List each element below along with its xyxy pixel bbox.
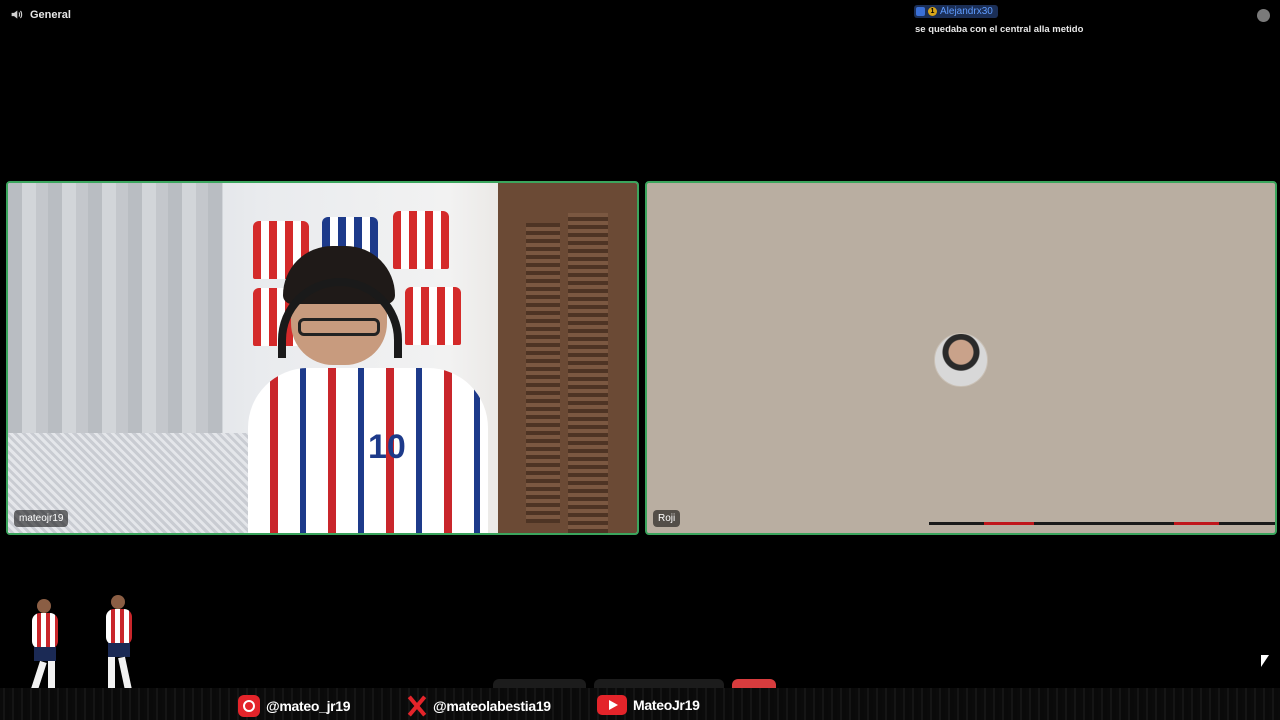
channel-name: General	[30, 8, 71, 21]
x-icon	[405, 695, 427, 717]
avatar	[934, 333, 988, 387]
glasses	[298, 318, 380, 336]
chat-username-tag: 1 Alejandrx30	[914, 5, 998, 18]
participant-name-tag: mateojr19	[14, 510, 69, 527]
shirt-number: 10	[368, 428, 406, 466]
social-x: @mateolabestia19	[405, 695, 551, 717]
chat-bubble-icon[interactable]	[1257, 9, 1270, 22]
instagram-icon	[238, 695, 260, 717]
youtube-icon	[597, 695, 627, 715]
social-handle: @mateo_jr19	[266, 698, 351, 714]
social-instagram: @mateo_jr19	[238, 695, 351, 717]
chat-overlay: 1 Alejandrx30 se quedaba con el central …	[914, 3, 1083, 35]
video-tile-roji[interactable]: Roji	[645, 181, 1277, 535]
social-youtube: MateoJr19	[597, 695, 700, 715]
chat-message: se quedaba con el central alla metido	[915, 24, 1084, 35]
wall-jersey	[405, 287, 461, 345]
social-handle: @mateolabestia19	[433, 698, 551, 714]
wardrobe	[498, 183, 637, 533]
stream-overlay-frame	[929, 522, 1275, 537]
video-tile-mateojr19[interactable]: 10 mateojr19	[6, 181, 639, 535]
moderator-badge-icon	[916, 7, 925, 16]
wall-jersey	[393, 211, 449, 269]
chat-username: Alejandrx30	[940, 6, 993, 17]
social-handle: MateoJr19	[633, 697, 700, 713]
player-figure	[98, 595, 138, 703]
participant-name-tag: Roji	[653, 510, 681, 527]
mouse-cursor-icon	[1261, 655, 1269, 667]
channel-header[interactable]: General	[10, 8, 71, 21]
speaker-icon	[11, 10, 23, 19]
sub-badge-icon: 1	[928, 7, 937, 16]
